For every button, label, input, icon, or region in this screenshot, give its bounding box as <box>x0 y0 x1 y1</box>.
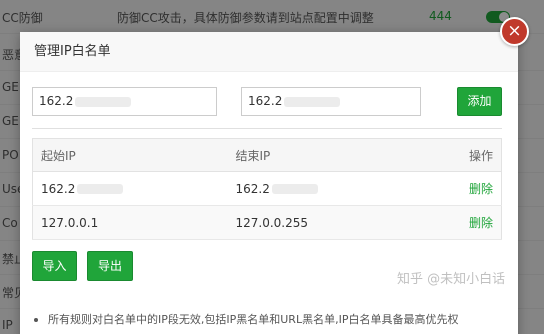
note-text: 所有规则对白名单中的IP段无效,包括IP黑名单和URL黑名单,IP白名单具备最高… <box>48 313 459 326</box>
cell-end-ip: 162.2 <box>227 171 428 206</box>
add-button[interactable]: 添加 <box>457 87 502 116</box>
table-header-row: 起始IP 结束IP 操作 <box>32 138 502 172</box>
divider <box>32 128 502 129</box>
table-row: 127.0.0.1 127.0.0.255 删除 <box>32 205 502 240</box>
col-action: 操作 <box>427 138 502 172</box>
whitelist-table: 起始IP 结束IP 操作 162.2 162.2 删除 127.0.0.1 12… <box>32 138 502 240</box>
import-button[interactable]: 导入 <box>32 251 77 281</box>
col-end-ip: 结束IP <box>227 138 428 172</box>
close-icon[interactable]: × <box>500 17 529 46</box>
end-ip-input[interactable]: 162.2 <box>241 87 421 116</box>
col-start-ip: 起始IP <box>32 138 228 172</box>
export-button[interactable]: 导出 <box>87 251 133 281</box>
cell-end-ip-value: 162.2 <box>235 181 270 196</box>
cell-start-ip-value: 162.2 <box>41 181 76 196</box>
redacted-blur <box>284 96 341 107</box>
whitelist-note: 所有规则对白名单中的IP段无效,包括IP黑名单和URL黑名单,IP白名单具备最高… <box>34 311 458 327</box>
cell-start-ip: 127.0.0.1 <box>32 205 228 240</box>
start-ip-value: 162.2 <box>39 94 74 108</box>
cell-start-ip: 162.2 <box>32 171 228 206</box>
watermark: 知乎 @未知小白话 <box>397 272 506 287</box>
delete-link[interactable]: 删除 <box>427 205 502 240</box>
cell-end-ip: 127.0.0.255 <box>227 205 428 240</box>
table-row: 162.2 162.2 删除 <box>32 171 502 206</box>
redacted-blur <box>271 184 318 194</box>
end-ip-value: 162.2 <box>248 94 283 108</box>
modal-title: 管理IP白名单 <box>20 32 518 72</box>
ip-whitelist-modal: 管理IP白名单 162.2 162.2 添加 起始IP 结束IP 操作 162.… <box>20 32 518 334</box>
start-ip-input[interactable]: 162.2 <box>32 87 217 116</box>
bullet-icon <box>34 318 38 322</box>
redacted-blur <box>77 184 124 194</box>
delete-link[interactable]: 删除 <box>427 171 502 206</box>
redacted-blur <box>75 96 132 107</box>
